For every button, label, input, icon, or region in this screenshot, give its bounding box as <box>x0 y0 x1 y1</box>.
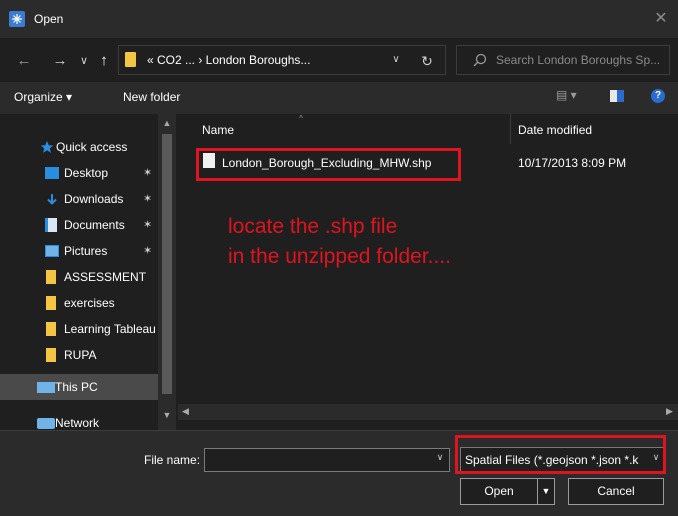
folder-icon <box>46 296 56 310</box>
pictures-icon <box>45 245 59 257</box>
breadcrumb[interactable]: « CO2 ... › London Boroughs... <box>147 53 310 67</box>
annotation-highlight-box <box>196 148 461 181</box>
network-icon <box>37 418 55 429</box>
annotation-highlight-box <box>455 435 666 474</box>
window-title: Open <box>34 12 64 26</box>
sidebar-item-desktop[interactable]: Desktop ✶ <box>0 160 174 186</box>
refresh-icon[interactable]: ↻ <box>416 51 438 71</box>
scroll-left-icon[interactable]: ◀ <box>182 406 192 417</box>
back-arrow-icon[interactable]: ← <box>14 52 34 70</box>
search-icon <box>472 53 488 69</box>
column-divider[interactable] <box>510 114 511 144</box>
sidebar-item-label: Pictures <box>64 244 108 258</box>
up-arrow-icon[interactable]: ↑ <box>96 52 112 70</box>
sidebar-item-network[interactable]: Network <box>0 410 174 430</box>
sidebar-item-rupa[interactable]: RUPA <box>0 342 174 368</box>
preview-pane-icon[interactable] <box>610 90 624 102</box>
view-options-icon[interactable]: ▤ ▾ <box>556 88 588 106</box>
annotation-line: in the unzipped folder.... <box>228 245 451 268</box>
documents-icon <box>45 218 57 232</box>
pin-icon: ✶ <box>143 219 153 231</box>
folder-icon <box>125 52 136 67</box>
organize-button[interactable]: Organize ▾ <box>14 90 72 104</box>
close-icon[interactable]: ✕ <box>648 6 674 32</box>
sidebar-item-label: Quick access <box>56 140 128 154</box>
sidebar-item-exercises[interactable]: exercises <box>0 290 174 316</box>
pin-icon: ✶ <box>143 245 153 257</box>
help-icon[interactable]: ? <box>651 89 665 103</box>
sidebar-item-label: This PC <box>55 380 98 394</box>
navigation-pane: Quick access Desktop ✶ Downloads ✶ Docum… <box>0 114 178 430</box>
scroll-right-icon[interactable]: ▶ <box>666 406 676 417</box>
annotation-text: locate the .shp file in the unzipped fol… <box>228 212 451 272</box>
sidebar-item-label: Learning Tableau <box>64 322 156 336</box>
column-header-date-modified[interactable]: Date modified <box>518 123 592 137</box>
search-input[interactable] <box>496 50 668 70</box>
folder-icon <box>46 322 56 336</box>
sidebar-item-quick-access[interactable]: Quick access <box>0 134 174 160</box>
sidebar-item-assessment[interactable]: ASSESSMENT <box>0 264 174 290</box>
scrollbar-thumb[interactable] <box>162 134 172 394</box>
divider <box>0 430 678 431</box>
sidebar-item-label: Documents <box>64 218 125 232</box>
title-bar <box>0 0 678 38</box>
folder-icon <box>46 348 56 362</box>
forward-arrow-icon[interactable]: → <box>50 52 70 70</box>
sidebar-item-pictures[interactable]: Pictures ✶ <box>0 238 174 264</box>
desktop-icon <box>45 167 59 179</box>
scroll-down-icon[interactable]: ▼ <box>160 410 174 420</box>
file-name-chevron-down-icon[interactable]: ∨ <box>433 452 447 463</box>
pin-icon: ✶ <box>143 193 153 205</box>
sidebar-item-label: RUPA <box>64 348 97 362</box>
open-options-chevron-down-icon[interactable]: ▼ <box>537 478 555 505</box>
sidebar-item-label: Desktop <box>64 166 109 180</box>
cancel-button-label[interactable]: Cancel <box>568 484 664 498</box>
star-icon <box>40 140 54 153</box>
new-folder-button[interactable]: New folder <box>123 90 180 104</box>
sidebar-item-this-pc[interactable]: This PC <box>0 374 158 400</box>
file-name-label: File name: <box>144 453 201 467</box>
horizontal-scrollbar[interactable] <box>178 404 678 420</box>
sidebar-item-label: exercises <box>64 296 115 310</box>
dialog-app-icon <box>9 11 25 27</box>
sidebar-item-label: Network <box>55 416 100 430</box>
sidebar-item-downloads[interactable]: Downloads ✶ <box>0 186 174 212</box>
sort-ascending-icon: ^ <box>299 114 303 123</box>
file-date-modified: 10/17/2013 8:09 PM <box>518 156 627 170</box>
sidebar-item-learning-tableau[interactable]: Learning Tableau <box>0 316 174 342</box>
this-pc-icon <box>37 382 55 393</box>
scroll-up-icon[interactable]: ▲ <box>160 118 174 128</box>
file-name-input[interactable] <box>207 451 427 469</box>
column-header-name[interactable]: Name <box>202 123 234 137</box>
recent-locations-chevron-icon[interactable]: ∨ <box>76 52 92 70</box>
pin-icon: ✶ <box>143 167 153 179</box>
annotation-line: locate the .shp file <box>228 215 398 238</box>
open-button-label[interactable]: Open <box>460 484 538 498</box>
sidebar-item-documents[interactable]: Documents ✶ <box>0 212 174 238</box>
sidebar-item-label: ASSESSMENT <box>64 270 147 284</box>
download-icon <box>45 193 59 205</box>
sidebar-item-label: Downloads <box>64 192 124 206</box>
address-chevron-down-icon[interactable]: ∨ <box>388 51 404 69</box>
folder-icon <box>46 270 56 284</box>
